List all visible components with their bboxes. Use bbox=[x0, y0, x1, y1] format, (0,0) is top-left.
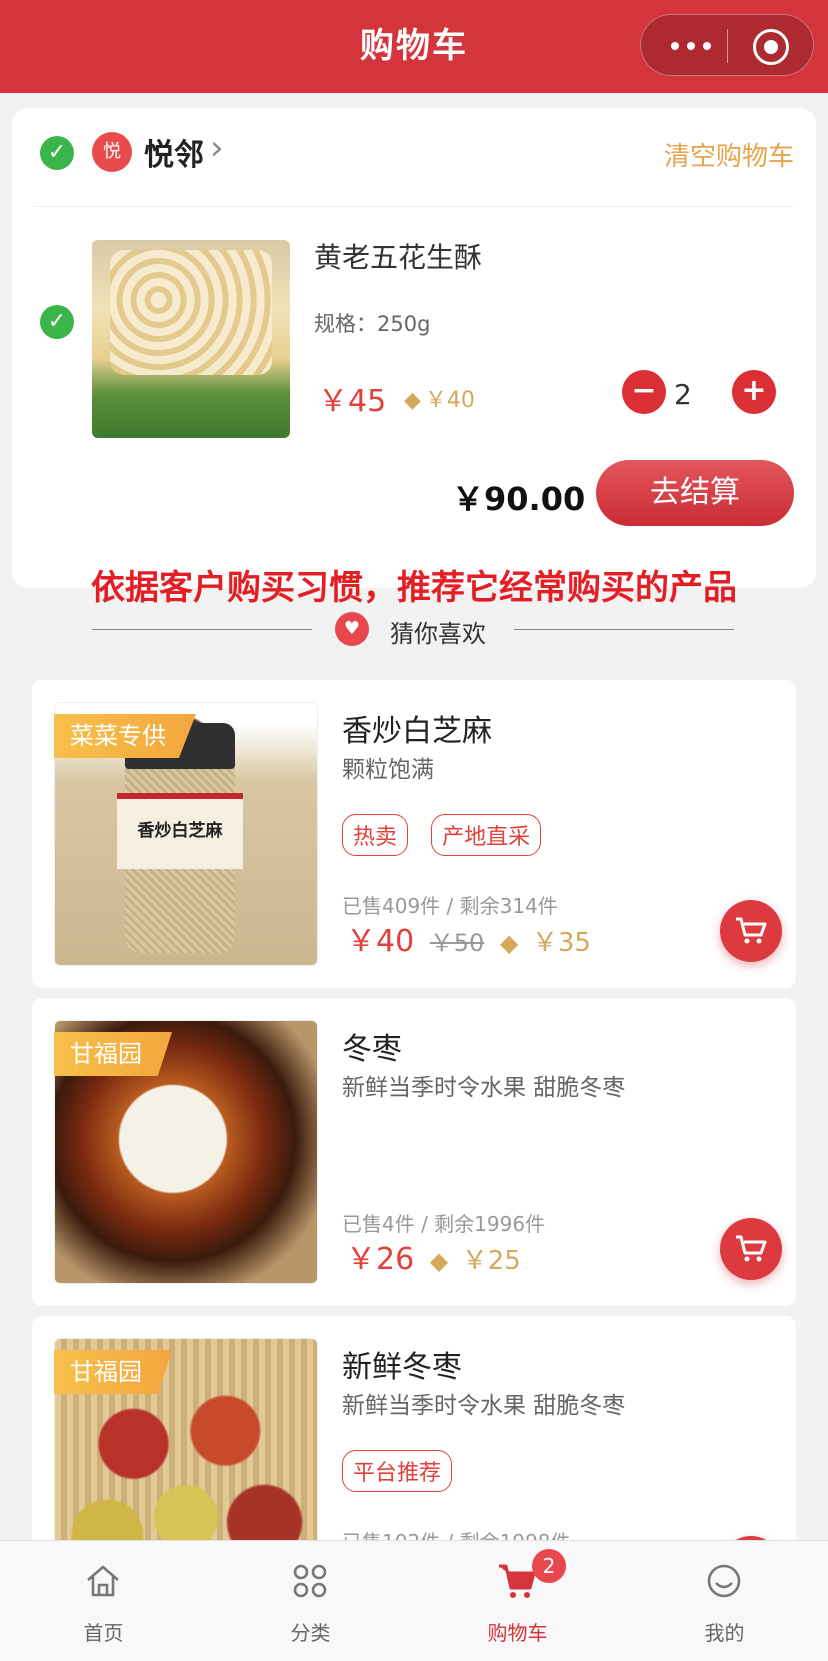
product-label: 平台推荐 bbox=[342, 1450, 453, 1492]
cart-total: ￥90.00 bbox=[452, 480, 586, 518]
recommend-heading: ♥ 猜你喜欢 bbox=[92, 610, 734, 650]
top-bar: 购物车 bbox=[0, 0, 828, 93]
grid-icon bbox=[293, 1564, 327, 1598]
divider-line bbox=[92, 629, 312, 630]
tab-bar: 首页 分类 2 购物车 我的 bbox=[0, 1540, 828, 1661]
home-icon bbox=[87, 1565, 119, 1597]
product-desc: 新鲜当季时令水果 甜脆冬枣 bbox=[342, 1393, 626, 1419]
product-card[interactable]: 甘福园 冬枣 新鲜当季时令水果 甜脆冬枣 已售4件 / 剩余1996件 ￥26 … bbox=[32, 998, 796, 1306]
add-to-cart-button[interactable] bbox=[720, 1218, 782, 1280]
diamond-icon: ◆ bbox=[404, 388, 421, 413]
tab-label: 首页 bbox=[83, 1621, 124, 1645]
store-name[interactable]: 悦邻 bbox=[144, 130, 204, 174]
tab-label: 购物车 bbox=[487, 1621, 548, 1645]
item-title[interactable]: 黄老五花生酥 bbox=[314, 236, 482, 276]
item-select-checkbox[interactable]: ✓ bbox=[40, 305, 74, 339]
more-icon[interactable] bbox=[671, 15, 721, 77]
cart-icon bbox=[736, 1235, 767, 1262]
product-name[interactable]: 新鲜冬枣 bbox=[342, 1342, 462, 1386]
diamond-icon: ◆ bbox=[499, 929, 519, 957]
recommend-title: 猜你喜欢 bbox=[390, 620, 486, 648]
tab-profile[interactable]: 我的 bbox=[621, 1541, 828, 1661]
tab-label: 我的 bbox=[704, 1621, 745, 1645]
checkout-button[interactable]: 去结算 bbox=[596, 460, 794, 526]
vip-price-value: ￥40 bbox=[424, 388, 475, 413]
sold-stock: 已售409件 / 剩余314件 bbox=[342, 894, 558, 918]
close-mini-program-icon[interactable] bbox=[753, 29, 789, 65]
add-to-cart-button[interactable] bbox=[720, 900, 782, 962]
product-labels: 平台推荐 bbox=[342, 1450, 470, 1492]
tab-label: 分类 bbox=[290, 1621, 331, 1645]
mini-program-capsule bbox=[640, 14, 814, 76]
product-label: 产地直采 bbox=[431, 814, 542, 856]
price-row: ￥26 ◆ ￥25 bbox=[346, 1234, 521, 1278]
product-price: ￥40 bbox=[346, 924, 415, 959]
product-desc: 颗粒饱满 bbox=[342, 757, 434, 783]
sold-stock: 已售4件 / 剩余1996件 bbox=[342, 1212, 546, 1236]
divider bbox=[34, 206, 794, 207]
store-logo: 悦 bbox=[92, 132, 132, 172]
capsule-divider bbox=[727, 29, 728, 63]
supplier-tag: 甘福园 bbox=[54, 1350, 172, 1394]
recommendation-annotation: 依据客户购买习惯，推荐它经常购买的产品 bbox=[91, 568, 737, 608]
product-name[interactable]: 香炒白芝麻 bbox=[342, 706, 492, 750]
product-label: 热卖 bbox=[342, 814, 409, 856]
supplier-tag: 菜菜专供 bbox=[54, 714, 196, 758]
quantity-value: 2 bbox=[674, 378, 692, 411]
decrease-quantity-button[interactable]: − bbox=[622, 370, 666, 414]
smile-icon bbox=[707, 1564, 741, 1598]
tab-home[interactable]: 首页 bbox=[0, 1541, 207, 1661]
item-price: ￥45 bbox=[318, 384, 387, 419]
product-labels: 热卖 产地直采 bbox=[342, 814, 559, 856]
vip-price: ￥35 bbox=[531, 928, 591, 958]
cart-card: ✓ 悦 悦邻 › 清空购物车 ✓ 黄老五花生酥 规格：250g ￥45 ◆ ￥40… bbox=[12, 108, 816, 588]
product-price: ￥26 bbox=[346, 1242, 415, 1277]
vip-price: ◆ ￥40 bbox=[404, 382, 475, 414]
heart-icon: ♥ bbox=[335, 612, 369, 646]
divider-line bbox=[514, 629, 734, 630]
diamond-icon: ◆ bbox=[429, 1247, 449, 1275]
tab-cart[interactable]: 2 购物车 bbox=[414, 1541, 621, 1661]
item-image[interactable] bbox=[92, 240, 290, 438]
tab-category[interactable]: 分类 bbox=[207, 1541, 414, 1661]
price-row: ￥40 ￥50 ◆ ￥35 bbox=[346, 916, 591, 960]
cart-icon bbox=[736, 917, 767, 944]
clear-cart-button[interactable]: 清空购物车 bbox=[664, 136, 794, 173]
original-price: ￥50 bbox=[429, 929, 485, 957]
product-name[interactable]: 冬枣 bbox=[342, 1024, 402, 1068]
increase-quantity-button[interactable]: + bbox=[732, 370, 776, 414]
supplier-tag: 甘福园 bbox=[54, 1032, 172, 1076]
product-card[interactable]: 香炒白芝麻 菜菜专供 香炒白芝麻 颗粒饱满 热卖 产地直采 已售409件 / 剩… bbox=[32, 680, 796, 988]
cart-count-badge: 2 bbox=[532, 1549, 566, 1583]
store-select-checkbox[interactable]: ✓ bbox=[40, 136, 74, 170]
vip-price: ￥25 bbox=[461, 1246, 521, 1276]
chevron-right-icon[interactable]: › bbox=[210, 128, 224, 168]
product-desc: 新鲜当季时令水果 甜脆冬枣 bbox=[342, 1075, 626, 1101]
item-spec: 规格：250g bbox=[314, 312, 431, 336]
cart-icon bbox=[499, 1564, 536, 1598]
